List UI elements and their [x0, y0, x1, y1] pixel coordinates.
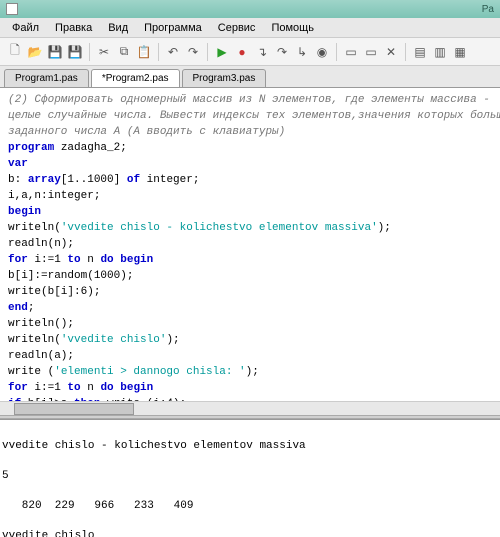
- stop-icon[interactable]: ●: [233, 43, 251, 61]
- close-icon[interactable]: ✕: [382, 43, 400, 61]
- separator-icon: [336, 43, 337, 61]
- code-text: writeln();: [8, 318, 74, 330]
- panel1-icon[interactable]: ▤: [411, 43, 429, 61]
- redo-icon[interactable]: ↷: [184, 43, 202, 61]
- str: 'elementi > dannogo chisla: ': [54, 366, 245, 378]
- code-text: write (: [8, 366, 54, 378]
- menu-program[interactable]: Программа: [136, 20, 210, 36]
- str: 'vvedite chislo': [61, 334, 167, 346]
- str: 'vvedite chislo - kolichestvo elementov …: [61, 222, 378, 234]
- kw: begin: [120, 382, 153, 394]
- menu-help[interactable]: Помощь: [263, 20, 322, 36]
- kw: end: [8, 302, 28, 314]
- kw: program: [8, 142, 54, 154]
- menu-file[interactable]: Файл: [4, 20, 47, 36]
- code-text: write(b[i]:6);: [8, 286, 100, 298]
- run-icon[interactable]: ▶: [213, 43, 231, 61]
- menu-view[interactable]: Вид: [100, 20, 136, 36]
- menu-service[interactable]: Сервис: [210, 20, 264, 36]
- code-text: n: [81, 254, 101, 266]
- cut-icon[interactable]: ✂: [95, 43, 113, 61]
- code-text: integer;: [140, 174, 199, 186]
- copy-icon[interactable]: ⧉: [115, 43, 133, 61]
- code-text: );: [246, 366, 259, 378]
- step-into-icon[interactable]: ↴: [253, 43, 271, 61]
- output-line: 5: [2, 469, 498, 484]
- code-text: i,a,n:integer;: [8, 190, 100, 202]
- kw: do: [100, 382, 113, 394]
- kw: for: [8, 254, 28, 266]
- panel3-icon[interactable]: ▦: [451, 43, 469, 61]
- code-text: b[i]:=random(1000);: [8, 270, 133, 282]
- code-text: ;: [28, 302, 35, 314]
- app-icon: [6, 3, 18, 15]
- kw: to: [67, 254, 80, 266]
- code-text: b:: [8, 174, 28, 186]
- kw: of: [127, 174, 140, 186]
- breakpoint-icon[interactable]: ◉: [313, 43, 331, 61]
- separator-icon: [158, 43, 159, 61]
- separator-icon: [89, 43, 90, 61]
- toolbar: 🗋 📂 💾 💾 ✂ ⧉ 📋 ↶ ↷ ▶ ● ↴ ↷ ↳ ◉ ▭ ▭ ✕ ▤ ▥ …: [0, 38, 500, 66]
- paste-icon[interactable]: 📋: [135, 43, 153, 61]
- comment-line: целые случайные числа. Вывести индексы т…: [8, 110, 500, 122]
- output-panel: vvedite chislo - kolichestvo elementov m…: [0, 419, 500, 537]
- tab-program2[interactable]: *Program2.pas: [91, 69, 180, 87]
- kw: begin: [8, 206, 41, 218]
- kw: do: [100, 254, 113, 266]
- tab-program3[interactable]: Program3.pas: [182, 69, 267, 87]
- step-out-icon[interactable]: ↳: [293, 43, 311, 61]
- menubar: Файл Правка Вид Программа Сервис Помощь: [0, 18, 500, 38]
- kw: array: [28, 174, 61, 186]
- code-text: zadagha_2;: [54, 142, 127, 154]
- code-text: );: [166, 334, 179, 346]
- undo-icon[interactable]: ↶: [164, 43, 182, 61]
- horizontal-scrollbar[interactable]: [0, 401, 500, 415]
- code-text: readln(a);: [8, 350, 74, 362]
- code-text: writeln(: [8, 222, 61, 234]
- scrollbar-thumb[interactable]: [14, 403, 134, 415]
- separator-icon: [207, 43, 208, 61]
- code-text: i:=1: [28, 254, 68, 266]
- kw: for: [8, 382, 28, 394]
- save-all-icon[interactable]: 💾: [66, 43, 84, 61]
- open-icon[interactable]: 📂: [26, 43, 44, 61]
- window1-icon[interactable]: ▭: [342, 43, 360, 61]
- output-line: vvedite chislo - kolichestvo elementov m…: [2, 439, 498, 454]
- code-editor[interactable]: (2) Сформировать одномерный массив из N …: [0, 88, 500, 401]
- kw: var: [8, 158, 28, 170]
- comment-line: заданного числа A (A вводить с клавиатур…: [8, 126, 285, 138]
- code-text: [1..1000]: [61, 174, 127, 186]
- tab-program1[interactable]: Program1.pas: [4, 69, 89, 87]
- code-text: );: [378, 222, 391, 234]
- window2-icon[interactable]: ▭: [362, 43, 380, 61]
- kw: to: [67, 382, 80, 394]
- code-text: readln(n);: [8, 238, 74, 250]
- kw: begin: [120, 254, 153, 266]
- code-text: writeln(: [8, 334, 61, 346]
- save-icon[interactable]: 💾: [46, 43, 64, 61]
- title-text: Pa: [482, 4, 494, 15]
- output-line: vvedite chislo: [2, 529, 498, 537]
- titlebar: Pa: [0, 0, 500, 18]
- code-text: n: [81, 382, 101, 394]
- panel2-icon[interactable]: ▥: [431, 43, 449, 61]
- tabbar: Program1.pas *Program2.pas Program3.pas: [0, 66, 500, 88]
- comment-line: (2) Сформировать одномерный массив из N …: [8, 94, 490, 106]
- new-icon[interactable]: 🗋: [6, 43, 24, 61]
- separator-icon: [405, 43, 406, 61]
- output-line: 820 229 966 233 409: [2, 499, 498, 514]
- step-over-icon[interactable]: ↷: [273, 43, 291, 61]
- menu-edit[interactable]: Правка: [47, 20, 100, 36]
- code-text: i:=1: [28, 382, 68, 394]
